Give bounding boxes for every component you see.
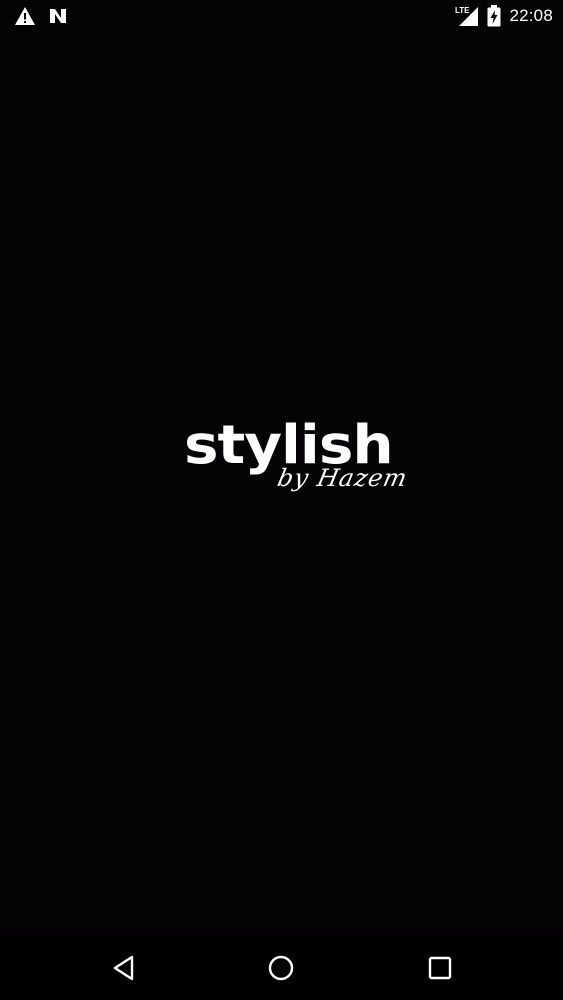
svg-text:LTE: LTE [455, 6, 470, 15]
recents-button[interactable] [424, 952, 456, 984]
home-button[interactable] [265, 952, 297, 984]
status-bar: LTE 22:08 [0, 0, 563, 34]
n-icon [48, 6, 68, 26]
recents-icon [427, 955, 453, 981]
navigation-bar [0, 934, 563, 1000]
app-logo: stylish by Hazem [184, 418, 424, 518]
logo-subtitle: by Hazem [275, 464, 411, 492]
system-icons: LTE 22:08 [455, 5, 553, 27]
battery-charging-icon [487, 5, 501, 27]
clock: 22:08 [509, 6, 553, 25]
back-button[interactable] [108, 952, 140, 984]
lte-signal-icon: LTE [455, 5, 479, 27]
notification-icons [14, 6, 68, 26]
back-icon [112, 955, 136, 981]
splash-screen: stylish by Hazem [0, 34, 563, 934]
warning-icon [14, 6, 36, 26]
home-icon [267, 954, 295, 982]
